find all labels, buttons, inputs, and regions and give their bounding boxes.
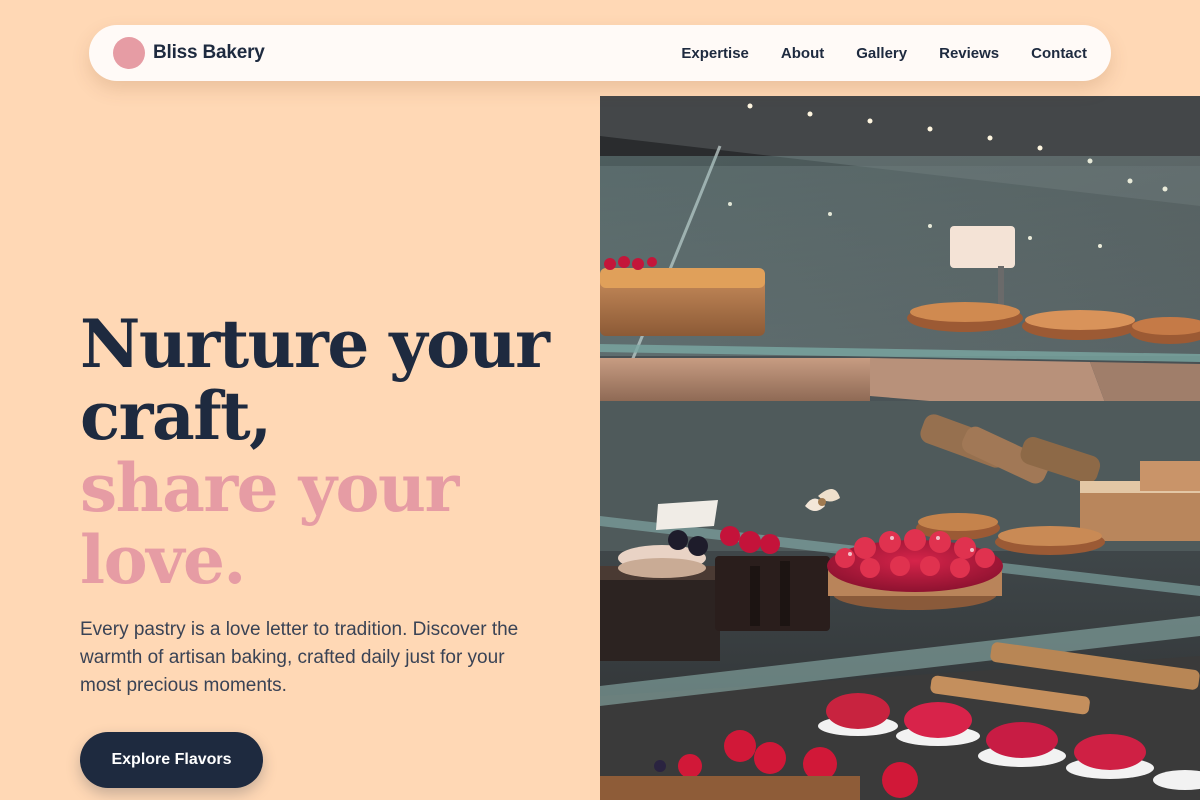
hero-title-accent-line: love. [80, 521, 246, 599]
navbar: Bliss Bakery Expertise About Gallery Rev… [89, 25, 1111, 81]
nav-link-contact[interactable]: Contact [1031, 45, 1087, 62]
nav-link-expertise[interactable]: Expertise [681, 45, 749, 62]
hero-image [600, 96, 1200, 800]
hero-title: Nurture your craft, share your love. [80, 308, 590, 596]
nav-link-about[interactable]: About [781, 45, 824, 62]
pastry-display-case-image [600, 96, 1200, 800]
hero-description: Every pastry is a love letter to traditi… [80, 619, 519, 696]
nav-links: Expertise About Gallery Reviews Contact [681, 45, 1087, 62]
brand-link[interactable]: Bliss Bakery [113, 37, 265, 69]
brand-name: Bliss Bakery [153, 42, 265, 63]
hero-title-line: Nurture your [80, 305, 550, 383]
explore-flavors-button[interactable]: Explore Flavors [80, 732, 263, 788]
brand-logo-icon [113, 37, 145, 69]
hero-title-line: craft, [80, 377, 272, 455]
nav-link-reviews[interactable]: Reviews [939, 45, 999, 62]
nav-link-gallery[interactable]: Gallery [856, 45, 907, 62]
hero-title-accent-line: share your [80, 449, 459, 527]
